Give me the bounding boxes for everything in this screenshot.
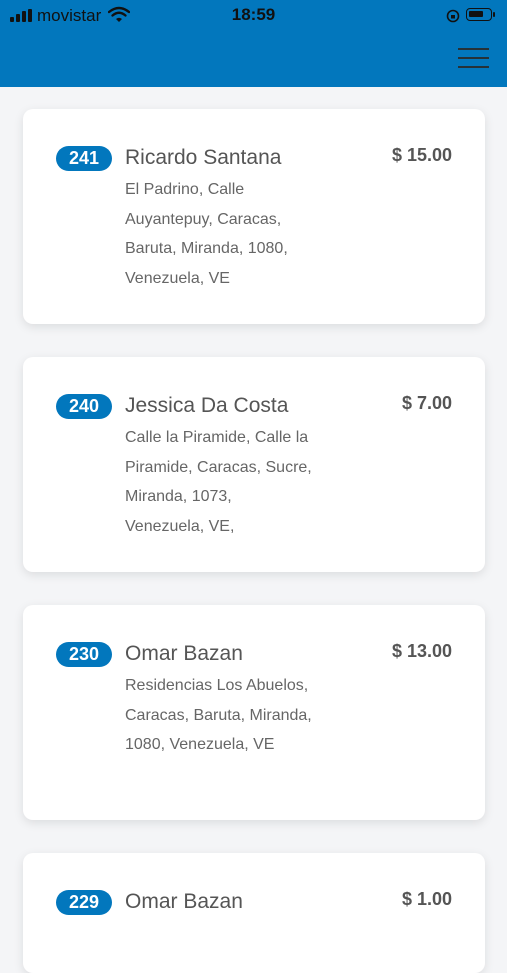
status-time: 18:59 — [231, 5, 276, 24]
customer-name: Jessica Da Costa — [125, 394, 289, 417]
order-price: $ 7.00 — [401, 393, 452, 413]
menu-button[interactable] — [455, 45, 491, 71]
status-bar: movistar 18:59 — [0, 0, 507, 32]
orientation-lock-icon — [446, 8, 460, 28]
order-price: $ 13.00 — [391, 641, 452, 661]
customer-name: Ricardo Santana — [125, 146, 282, 169]
app-header: movistar 18:59 — [0, 0, 507, 87]
customer-address: Calle la Piramide, Calle la Piramide, Ca… — [125, 429, 312, 535]
order-number-badge: 230 — [56, 642, 112, 667]
order-price: $ 15.00 — [391, 145, 452, 165]
customer-address: El Padrino, Calle Auyantepuy, Caracas, B… — [125, 181, 288, 287]
order-number-badge: 240 — [56, 394, 112, 419]
customer-name: Omar Bazan — [125, 890, 243, 913]
order-card[interactable]: 240 Jessica Da Costa $ 7.00 Calle la Pir… — [23, 357, 485, 572]
customer-address: Residencias Los Abuelos, Caracas, Baruta… — [125, 677, 312, 753]
order-card[interactable]: 230 Omar Bazan $ 13.00 Residencias Los A… — [23, 605, 485, 820]
battery-icon — [466, 8, 495, 21]
order-card[interactable]: 241 Ricardo Santana $ 15.00 El Padrino, … — [23, 109, 485, 324]
order-number-badge: 229 — [56, 890, 112, 915]
order-card[interactable]: 229 Omar Bazan $ 1.00 — [23, 853, 485, 973]
order-number-badge: 241 — [56, 146, 112, 171]
customer-name: Omar Bazan — [125, 642, 243, 665]
